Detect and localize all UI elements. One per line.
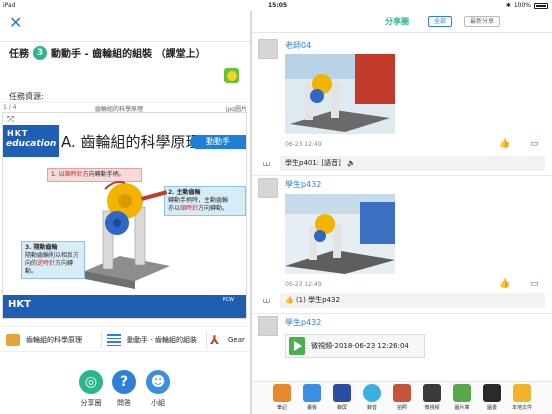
app-root: iPad 15:05 ✱ 100% ✕ 任務 3 動動手 - 齒輪組的組裝 （課… <box>0 0 552 414</box>
task-number-badge: 3 <box>33 45 47 60</box>
share-circle-icon: ◎ <box>79 370 103 394</box>
post-photo[interactable] <box>285 54 395 134</box>
feed-header: 分享圈 全部 最新分享 <box>252 11 552 33</box>
group-icon: ☻ <box>146 370 170 394</box>
avatar[interactable] <box>258 39 278 59</box>
task-title: 任務 3 動動手 - 齒輪組的組裝 （課堂上） <box>9 45 206 60</box>
folder-icon <box>513 384 531 402</box>
video-camera-icon <box>423 384 441 402</box>
footer-logo: HKT <box>8 299 31 310</box>
feed-title: 分享圈 <box>385 17 409 26</box>
small-thumbs-up-icon: 👍 <box>285 296 294 304</box>
viewer-bar: 1 / 4 齒輪組的科學原理 jpg圖片 <box>0 102 250 113</box>
play-icon <box>289 337 305 355</box>
divider <box>252 313 552 314</box>
screen-record-icon <box>333 384 351 402</box>
like-summary: 👍 (1) 學生p432 <box>280 293 545 308</box>
task-pane: ✕ 任務 3 動動手 - 齒輪組的組裝 （課堂上） 任務資源: 1 / 4 齒輪… <box>0 11 250 414</box>
status-right: ✱ 100% <box>506 0 548 11</box>
drawing-board-button[interactable]: 畫板 <box>299 384 325 411</box>
group-button[interactable]: ☻ 小組 <box>138 370 178 410</box>
gallery-button[interactable]: 圖片庫 <box>449 384 475 411</box>
battery-icon <box>534 2 548 9</box>
thumbs-up-icon[interactable]: 👍 <box>499 279 510 289</box>
resource-item[interactable]: 齒輪組的科學原理 <box>6 327 96 353</box>
note-icon <box>273 384 291 402</box>
micro-video-button[interactable]: 微視頻 <box>419 384 445 411</box>
document-lines-icon <box>107 334 121 346</box>
note-button[interactable]: 筆記 <box>269 384 295 411</box>
book-icon <box>483 384 501 402</box>
photo-content <box>285 194 395 274</box>
books-button[interactable]: 圖書 <box>479 384 505 411</box>
screen-record-button[interactable]: 錄屏 <box>329 384 355 411</box>
comment-item[interactable]: 學生p401: [語音] 🔈 <box>280 156 545 171</box>
share-feed-pane: 分享圈 全部 最新分享 老師04 06-23 12:49 👍 ▭ ⩊ 學生p40… <box>252 11 552 414</box>
speaker-icon[interactable]: 🔈 <box>347 159 356 167</box>
smiley-icon[interactable] <box>224 68 239 83</box>
divider <box>252 175 552 176</box>
close-icon[interactable]: ✕ <box>9 15 25 31</box>
battery-percent: 100% <box>513 2 531 9</box>
question-icon: ? <box>112 370 136 394</box>
post-time: 06-23 12:49 <box>285 281 322 288</box>
slide-heading: A. 齒輪組的科學原理 <box>61 133 201 151</box>
audio-record-button[interactable]: 錄音 <box>359 384 385 411</box>
group-mini-icon: ⩊ <box>263 160 271 168</box>
group-mini-icon: ⩊ <box>263 297 271 305</box>
post-author[interactable]: 老師04 <box>285 40 311 51</box>
thumbs-up-icon[interactable]: 👍 <box>499 139 510 149</box>
palette-icon <box>303 384 321 402</box>
microphone-icon <box>363 384 381 402</box>
post-photo[interactable] <box>285 194 395 274</box>
post-time: 06-23 12:49 <box>285 141 322 148</box>
filter-all-button[interactable]: 全部 <box>428 16 453 27</box>
divider <box>206 331 207 349</box>
device-label: iPad <box>3 2 16 9</box>
page-indicator: 1 / 4 <box>3 104 17 111</box>
divider <box>101 331 102 349</box>
comment-icon[interactable]: ▭ <box>530 279 539 289</box>
filter-latest-button[interactable]: 最新分享 <box>464 16 501 27</box>
footer-right-logo: PCW <box>222 297 234 303</box>
local-files-button[interactable]: 本地文件 <box>509 384 535 411</box>
callout-driver-gear: 2. 主動齒輪 轉動手柄時，主動齒輪 亦以順時針方向轉動。 <box>164 186 246 216</box>
video-attachment[interactable]: 微視頻-2018-06-23 12:26:04 <box>285 334 425 358</box>
expand-icon[interactable]: ⤧ <box>7 115 14 125</box>
image-file-icon <box>6 334 20 346</box>
avatar[interactable] <box>258 178 278 198</box>
resource-item[interactable]: 動動手 - 齒輪組的組裝 <box>107 327 203 353</box>
bluetooth-icon: ✱ <box>505 2 511 9</box>
clock: 15:05 <box>268 2 288 9</box>
resources-label: 任務資源: <box>9 92 44 101</box>
slide-footer <box>3 295 246 318</box>
camera-button[interactable]: 拍照 <box>389 384 415 411</box>
pdf-icon: ⅄ <box>210 333 220 347</box>
post-author[interactable]: 學生p432 <box>285 179 321 190</box>
divider <box>0 41 250 42</box>
resource-item[interactable]: ⅄ Gear <box>210 327 250 353</box>
resource-strip: 齒輪組的科學原理 動動手 - 齒輪組的組裝 ⅄ Gear <box>0 326 250 352</box>
avatar[interactable] <box>258 316 278 336</box>
task-prefix: 任務 <box>9 49 29 60</box>
share-toolbar: 筆記 畫板 錄屏 錄音 拍照 微視頻 圖片庫 圖書 本地文件 <box>252 381 552 414</box>
task-title-text: 動動手 - 齒輪組的組裝 （課堂上） <box>51 49 206 60</box>
hkt-logo: HKT education <box>3 125 59 157</box>
slide-tag: 動動手 <box>190 135 246 149</box>
slide-image[interactable]: ⤧ HKT education A. 齒輪組的科學原理 動動手 1. 以順時針方… <box>2 112 247 319</box>
photo-content <box>285 54 395 134</box>
image-gallery-icon <box>453 384 471 402</box>
gear-model-illustration <box>85 180 170 289</box>
status-bar: iPad 15:05 ✱ 100% <box>0 0 552 11</box>
camera-icon <box>393 384 411 402</box>
comment-icon[interactable]: ▭ <box>530 139 539 149</box>
post-author[interactable]: 學生p432 <box>285 317 321 328</box>
